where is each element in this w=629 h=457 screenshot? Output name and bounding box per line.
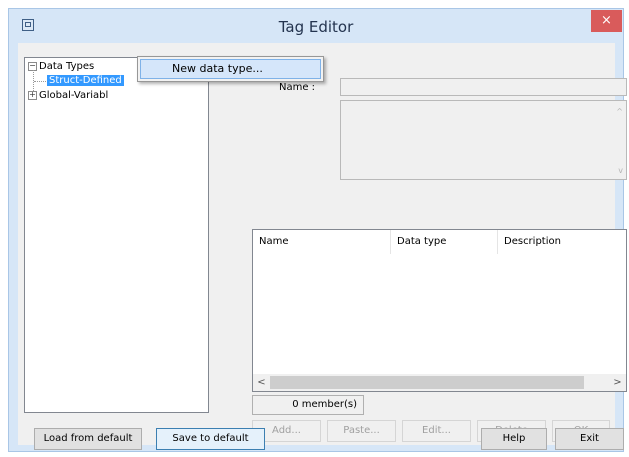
save-to-default-button[interactable]: Save to default — [156, 428, 265, 450]
column-header-description[interactable]: Description — [498, 230, 626, 254]
tree-node-label: Global-Variabl — [39, 90, 109, 101]
scroll-down-icon[interactable]: v — [618, 166, 623, 175]
expand-icon[interactable]: + — [28, 90, 37, 100]
scroll-left-icon[interactable]: < — [253, 374, 270, 391]
scroll-thumb[interactable] — [270, 376, 584, 389]
description-field[interactable]: ^ v — [340, 100, 627, 180]
edit-button[interactable]: Edit... — [402, 420, 471, 442]
column-header-name[interactable]: Name — [253, 230, 390, 254]
context-menu: New data type... — [137, 56, 324, 82]
name-label: Name : — [279, 82, 316, 93]
member-count: 0 member(s) — [252, 395, 364, 415]
scroll-up-icon[interactable]: ^ — [616, 107, 623, 116]
paste-button[interactable]: Paste... — [327, 420, 396, 442]
menu-item-new-data-type[interactable]: New data type... — [140, 59, 321, 79]
dialog-body: − Data Types Struct-Defined + Global-Varia… — [18, 43, 627, 450]
window-title: Tag Editor — [278, 18, 354, 36]
load-from-default-button[interactable]: Load from default — [34, 428, 142, 450]
members-table[interactable]: Name Data type Description < > — [252, 229, 627, 392]
tree-node-label: Struct-Defined — [47, 75, 124, 86]
tree-node-global-variables[interactable]: + Global-Variabl — [28, 89, 108, 103]
data-types-tree[interactable]: − Data Types Struct-Defined + Global-Varia… — [24, 57, 209, 413]
horizontal-scrollbar[interactable]: < > — [253, 374, 626, 391]
tree-node-data-types[interactable]: − Data Types — [28, 60, 94, 74]
tree-node-struct-defined[interactable]: Struct-Defined — [47, 74, 124, 88]
title-bar[interactable]: Tag Editor × — [9, 9, 623, 43]
tree-connector — [34, 81, 46, 82]
scroll-right-icon[interactable]: > — [609, 374, 626, 391]
close-button[interactable]: × — [591, 10, 622, 32]
exit-button[interactable]: Exit — [555, 428, 624, 450]
name-field[interactable] — [340, 78, 627, 96]
column-header-data-type[interactable]: Data type — [391, 230, 497, 254]
help-button[interactable]: Help — [481, 428, 547, 450]
tree-node-label: Data Types — [39, 61, 95, 72]
